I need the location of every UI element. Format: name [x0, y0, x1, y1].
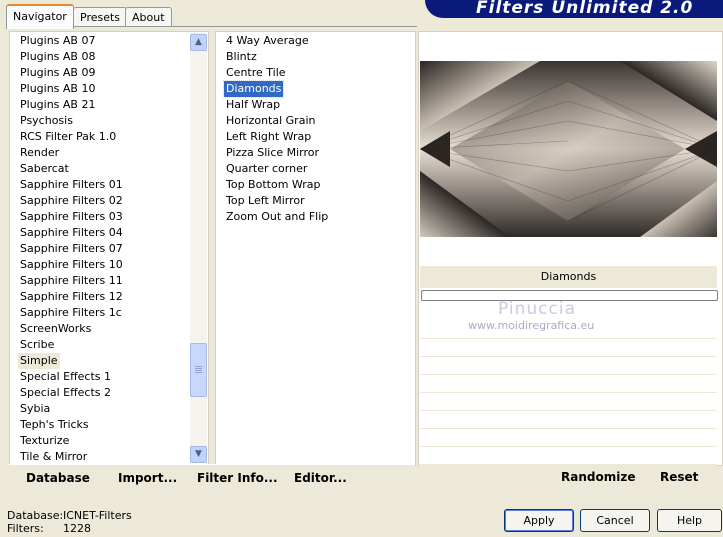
- banner-title: Filters Unlimited 2.0: [476, 0, 694, 18]
- editor-button[interactable]: Editor...: [294, 471, 347, 485]
- list-item[interactable]: Pizza Slice Mirror: [224, 145, 321, 161]
- apply-button[interactable]: Apply: [504, 509, 574, 532]
- filter-list[interactable]: 4 Way Average Blintz Centre Tile Diamonds Ha…: [215, 31, 416, 466]
- preview-toolbar: Randomize Reset: [420, 464, 717, 491]
- list-item[interactable]: Psychosis: [18, 113, 75, 129]
- list-item[interactable]: Plugins AB 21: [18, 97, 97, 113]
- filter-name-label: Diamonds: [420, 266, 717, 288]
- list-item[interactable]: Sapphire Filters 1c: [18, 305, 124, 321]
- list-item[interactable]: Texturize: [18, 433, 71, 449]
- list-item[interactable]: Half Wrap: [224, 97, 282, 113]
- database-value: ICNET-Filters: [63, 509, 132, 522]
- list-item[interactable]: Plugins AB 08: [18, 49, 97, 65]
- list-item[interactable]: Centre Tile: [224, 65, 288, 81]
- tab-navigator[interactable]: Navigator: [6, 4, 74, 29]
- chevron-up-icon[interactable]: ▲: [190, 34, 207, 51]
- help-button[interactable]: Help: [657, 509, 722, 532]
- list-item[interactable]: Blintz: [224, 49, 259, 65]
- list-item[interactable]: Diamonds: [222, 80, 285, 98]
- list-item[interactable]: Tile & Mirror: [18, 449, 89, 465]
- list-item[interactable]: Top Left Mirror: [224, 193, 307, 209]
- list-item[interactable]: Sapphire Filters 10: [18, 257, 125, 273]
- list-item[interactable]: Plugins AB 10: [18, 81, 97, 97]
- list-item[interactable]: Scribe: [18, 337, 56, 353]
- chevron-down-icon[interactable]: ▼: [190, 446, 207, 463]
- randomize-button[interactable]: Randomize: [561, 470, 635, 484]
- list-item[interactable]: Plugins AB 07: [18, 33, 97, 49]
- list-toolbar: Database Import... Filter Info... Editor…: [9, 464, 415, 492]
- watermark-name: Pinuccia: [498, 299, 576, 319]
- import-button[interactable]: Import...: [118, 471, 177, 485]
- list-item[interactable]: Sapphire Filters 02: [18, 193, 125, 209]
- list-item[interactable]: Sabercat: [18, 161, 71, 177]
- category-list[interactable]: Plugins AB 07 Plugins AB 08 Plugins AB 09 P…: [9, 31, 209, 466]
- list-item[interactable]: Top Bottom Wrap: [224, 177, 323, 193]
- list-item[interactable]: Sapphire Filters 04: [18, 225, 125, 241]
- list-item[interactable]: Left Right Wrap: [224, 129, 313, 145]
- filters-label: Filters:: [7, 522, 44, 535]
- list-item[interactable]: Render: [18, 145, 61, 161]
- filters-count: 1228: [63, 522, 91, 535]
- reset-button[interactable]: Reset: [660, 470, 698, 484]
- preview-image: [420, 61, 717, 237]
- list-item[interactable]: Zoom Out and Flip: [224, 209, 330, 225]
- list-item[interactable]: Teph's Tricks: [18, 417, 91, 433]
- list-item[interactable]: Special Effects 1: [18, 369, 113, 385]
- list-item[interactable]: 4 Way Average: [224, 33, 311, 49]
- list-item[interactable]: Quarter corner: [224, 161, 309, 177]
- tab-presets[interactable]: Presets: [73, 7, 128, 27]
- list-item[interactable]: Sapphire Filters 03: [18, 209, 125, 225]
- list-item[interactable]: Sapphire Filters 01: [18, 177, 125, 193]
- list-item[interactable]: ScreenWorks: [18, 321, 93, 337]
- database-label: Database:: [7, 509, 64, 522]
- cancel-button[interactable]: Cancel: [580, 509, 650, 532]
- list-item[interactable]: Horizontal Grain: [224, 113, 317, 129]
- database-button[interactable]: Database: [26, 471, 90, 485]
- list-item[interactable]: Sybia: [18, 401, 52, 417]
- tab-about[interactable]: About: [125, 7, 172, 27]
- list-item[interactable]: Plugins AB 09: [18, 65, 97, 81]
- list-item[interactable]: Sapphire Filters 11: [18, 273, 125, 289]
- watermark-url: www.moidiregrafica.eu: [468, 319, 595, 332]
- list-item[interactable]: RCS Filter Pak 1.0: [18, 129, 118, 145]
- scroll-thumb[interactable]: [190, 343, 207, 397]
- list-item[interactable]: Sapphire Filters 12: [18, 289, 125, 305]
- parameter-area: [420, 321, 717, 463]
- filter-info-button[interactable]: Filter Info...: [197, 471, 278, 485]
- list-item[interactable]: Special Effects 2: [18, 385, 113, 401]
- category-scrollbar[interactable]: ▲ ▼: [190, 33, 207, 463]
- list-item[interactable]: Simple: [18, 353, 60, 369]
- list-item[interactable]: Sapphire Filters 07: [18, 241, 125, 257]
